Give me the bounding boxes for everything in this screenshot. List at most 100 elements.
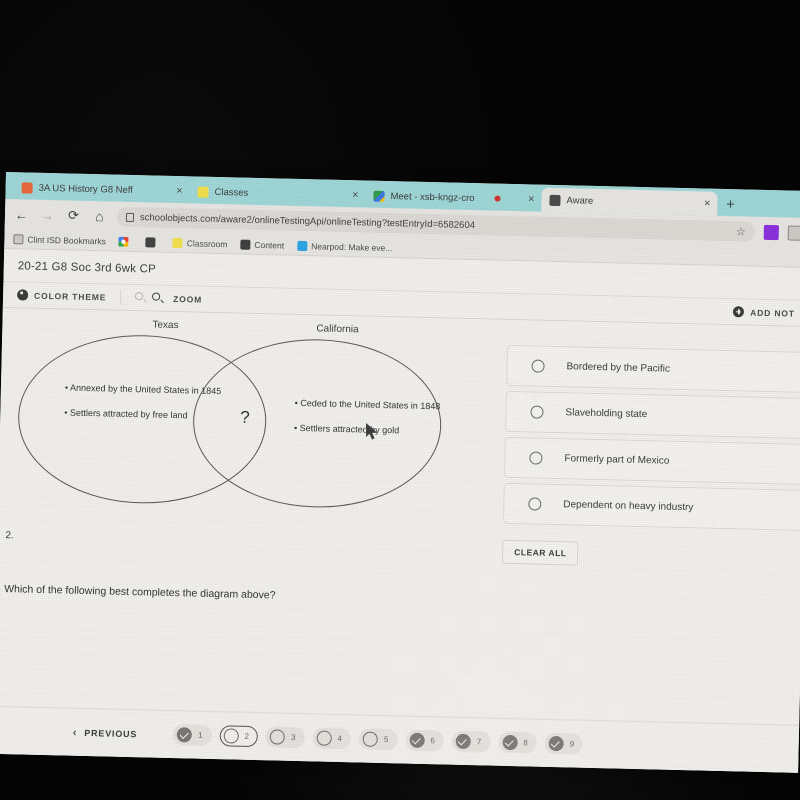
close-icon[interactable]: × — [340, 189, 359, 201]
pager-number: 8 — [523, 738, 528, 748]
pager-item-7[interactable]: 7 — [451, 730, 491, 753]
back-icon[interactable]: ← — [13, 206, 30, 223]
circle-icon — [316, 730, 332, 746]
answer-choice-2[interactable]: Formerly part of Mexico — [503, 436, 800, 486]
check-icon — [548, 735, 564, 752]
tab-favicon-google-meet-icon — [373, 190, 385, 202]
venn-label-right: California — [316, 323, 359, 336]
new-tab-button[interactable]: + — [717, 192, 744, 217]
bookmark-item-5[interactable]: Nearpod: Make eve... — [297, 240, 393, 253]
browser-tab-0[interactable]: 3A US History G8 Neff × — [13, 175, 190, 203]
tab-favicon-globe-icon — [549, 194, 561, 206]
check-icon — [502, 734, 518, 751]
bookmark-label: Content — [254, 239, 285, 251]
page-info-icon[interactable] — [125, 212, 135, 222]
toolbar-divider — [120, 289, 122, 305]
close-icon[interactable]: × — [521, 193, 535, 205]
reload-icon[interactable]: ⟳ — [65, 207, 82, 224]
url-text: schoolobjects.com/aware2/onlineTestingAp… — [139, 211, 476, 231]
answer-choice-label: Formerly part of Mexico — [564, 453, 670, 467]
venn-bullets-right: • Ceded to the United States in 1848 • S… — [294, 397, 445, 438]
browser-tab-2[interactable]: Meet - xsb-kngz-cro × — [365, 183, 542, 211]
answer-choice-1[interactable]: Slaveholding state — [505, 390, 800, 440]
venn-diagram: Texas California • Annexed by the United… — [16, 316, 491, 532]
radio-button-icon[interactable] — [528, 497, 542, 511]
bookmark-star-icon[interactable]: ☆ — [730, 225, 746, 238]
bookmark-label: Classroom — [186, 237, 228, 249]
clear-all-button[interactable]: CLEAR ALL — [501, 539, 579, 566]
bookmark-label: Nearpod: Make eve... — [311, 240, 393, 253]
zoom-out-icon[interactable] — [135, 292, 147, 304]
zoom-controls[interactable]: ZOOM — [135, 292, 202, 305]
pager-item-8[interactable]: 8 — [498, 731, 537, 754]
circle-icon — [223, 728, 239, 744]
pager-number: 3 — [290, 732, 296, 742]
color-theme-button[interactable]: COLOR THEME — [16, 289, 107, 302]
pager-number: 6 — [430, 736, 435, 746]
circle-icon — [362, 731, 379, 747]
radio-button-icon[interactable] — [530, 405, 544, 419]
color-theme-label: COLOR THEME — [33, 290, 107, 302]
pager-item-5[interactable]: 5 — [358, 728, 398, 751]
test-page: 20-21 G8 Soc 3rd 6wk CP COLOR THEME ZOOM… — [0, 248, 800, 773]
bookmark-label: Clint ISD Bookmarks — [27, 234, 106, 246]
globe-icon — [145, 236, 156, 248]
answer-choice-label: Slaveholding state — [565, 407, 648, 421]
home-icon[interactable]: ⌂ — [91, 208, 108, 225]
forward-icon[interactable]: → — [39, 206, 56, 223]
bookmark-item-3[interactable]: Classroom — [172, 237, 228, 249]
add-note-button[interactable]: ADD NOT — [733, 306, 795, 318]
recording-indicator-icon — [494, 195, 501, 202]
answer-choice-0[interactable]: Bordered by the Pacific — [506, 344, 800, 394]
content-icon — [240, 239, 251, 250]
bookmark-item-0[interactable]: Clint ISD Bookmarks — [13, 233, 106, 246]
zoom-in-icon[interactable] — [152, 292, 164, 304]
nearpod-icon — [297, 240, 308, 251]
extension-icon-grey[interactable] — [787, 224, 800, 241]
question-number: 2. — [5, 530, 14, 542]
tab-title: Classes — [214, 186, 249, 199]
tab-title: 3A US History G8 Neff — [38, 182, 134, 196]
browser-tab-3-active[interactable]: Aware × — [541, 187, 718, 216]
check-icon — [455, 733, 471, 750]
answer-choice-label: Bordered by the Pacific — [566, 361, 671, 375]
pager-item-2-current[interactable]: 2 — [219, 725, 259, 748]
previous-button[interactable]: ‹ PREVIOUS — [73, 726, 138, 740]
pager-number: 9 — [569, 739, 575, 749]
pager-number: 7 — [476, 737, 482, 747]
venn-bullet: • Ceded to the United States in 1848 — [294, 397, 441, 412]
venn-intersection-question-mark: ? — [240, 407, 250, 427]
pager-number: 5 — [383, 735, 389, 745]
bookmark-item-2[interactable] — [145, 236, 160, 248]
pager-item-1[interactable]: 1 — [172, 724, 212, 746]
venn-bullets-left: • Annexed by the United States in 1845 •… — [64, 381, 225, 422]
question-body: 2. Texas California • Annexed by the Uni… — [0, 308, 800, 710]
pager-item-6[interactable]: 6 — [405, 729, 445, 752]
classroom-icon — [172, 237, 183, 248]
pager-item-4[interactable]: 4 — [312, 727, 352, 750]
radio-button-icon[interactable] — [529, 451, 543, 465]
answer-choice-list: Bordered by the Pacific Slaveholding sta… — [502, 344, 800, 537]
tab-favicon-orange-square-icon — [21, 181, 33, 194]
plus-circle-icon — [733, 306, 745, 318]
previous-label: PREVIOUS — [84, 727, 138, 739]
pager-number: 2 — [244, 731, 250, 741]
extension-icon-purple[interactable] — [763, 224, 779, 240]
pager-number: 4 — [337, 733, 343, 744]
answer-choice-3[interactable]: Dependent on heavy industry — [502, 482, 800, 532]
close-icon[interactable]: × — [164, 185, 183, 197]
palette-icon — [16, 289, 29, 301]
bookmark-item-1[interactable] — [118, 236, 133, 247]
radio-button-icon[interactable] — [531, 359, 545, 373]
browser-tab-1[interactable]: Classes × — [189, 179, 366, 207]
tab-favicon-yellow-square-icon — [197, 186, 209, 198]
bookmark-item-4[interactable]: Content — [240, 239, 284, 250]
zoom-label: ZOOM — [173, 293, 203, 305]
pager-number: 1 — [198, 730, 203, 740]
browser-window: 3A US History G8 Neff × Classes × Meet -… — [0, 172, 800, 773]
venn-bullet: • Annexed by the United States in 1845 — [64, 382, 222, 397]
pager-item-9[interactable]: 9 — [544, 732, 584, 755]
question-pager: 1 2 3 4 5 6 7 8 9 — [172, 724, 584, 755]
close-icon[interactable]: × — [692, 197, 711, 209]
pager-item-3[interactable]: 3 — [265, 726, 305, 749]
